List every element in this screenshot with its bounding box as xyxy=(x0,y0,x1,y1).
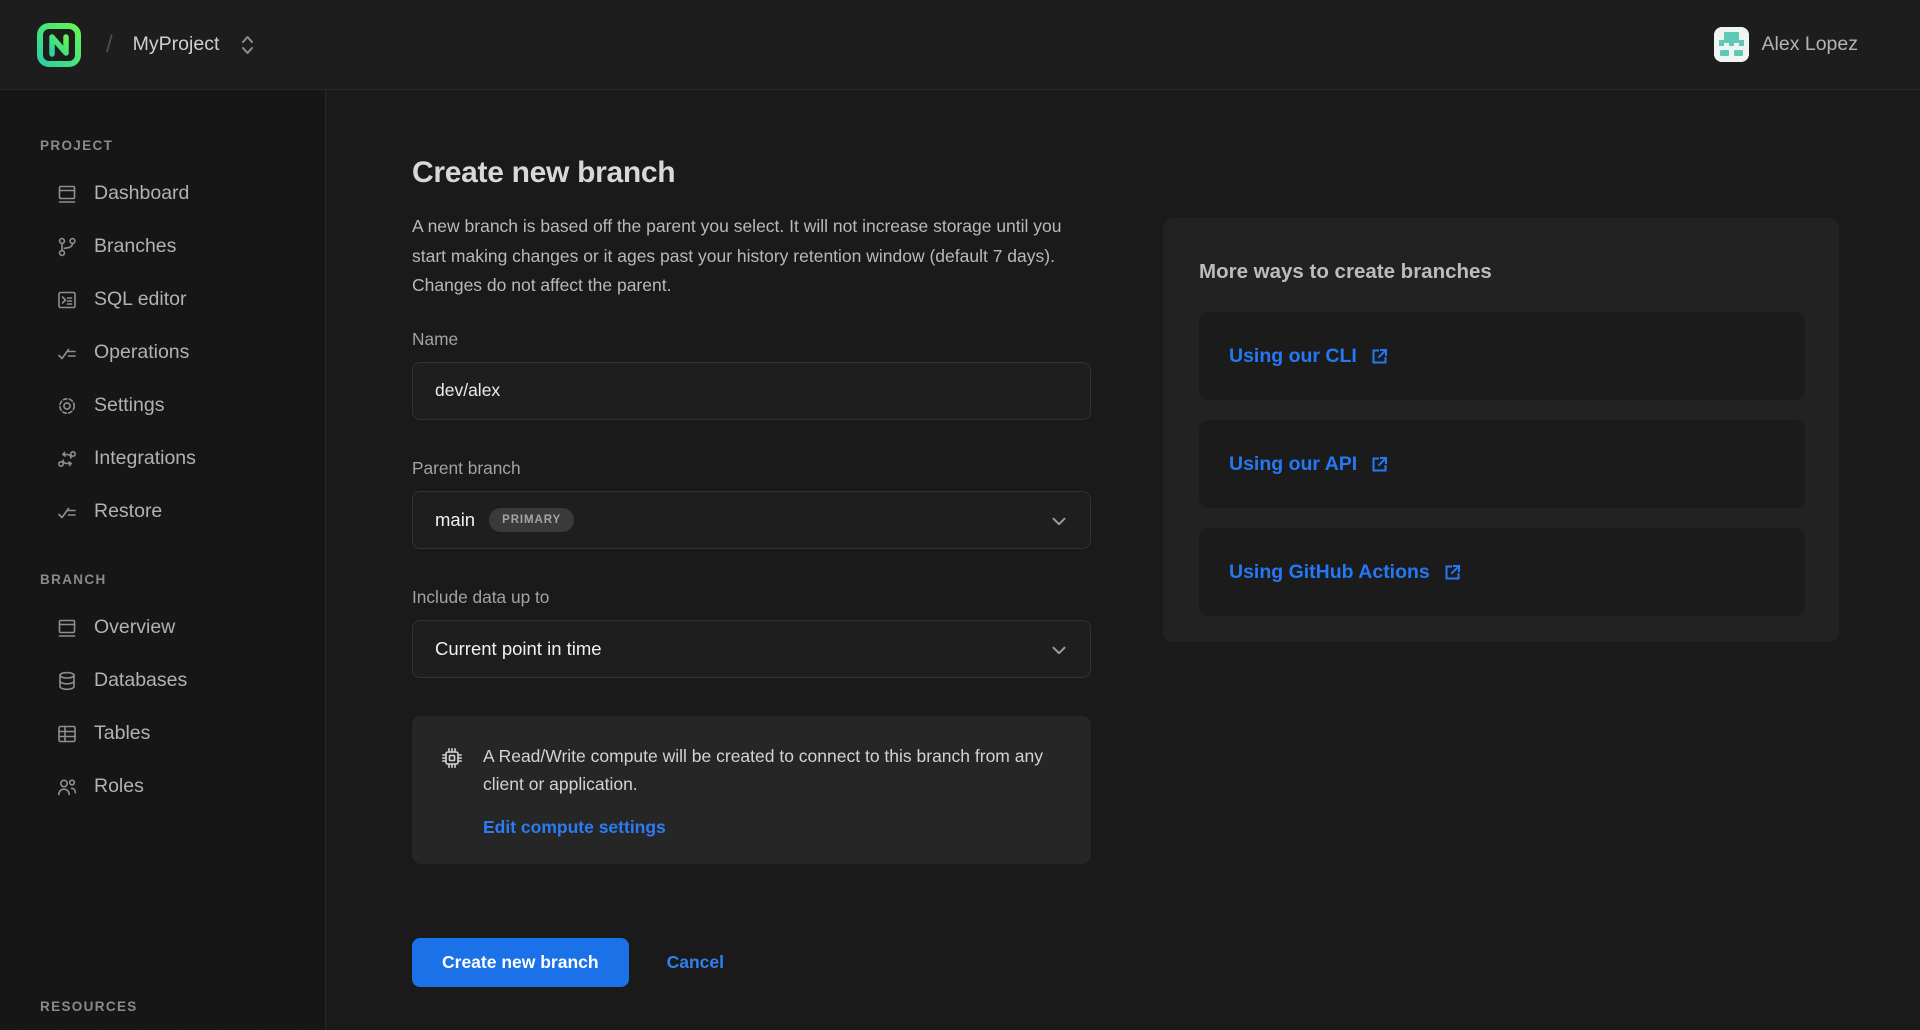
breadcrumb-project-name[interactable]: MyProject xyxy=(133,33,220,56)
parent-branch-label: Parent branch xyxy=(412,458,1091,479)
checklist-icon xyxy=(55,341,79,365)
parent-branch-select[interactable]: main PRIMARY xyxy=(412,491,1091,549)
sidebar-item-roles[interactable]: Roles xyxy=(0,760,325,813)
sidebar-section-branch: BRANCH xyxy=(0,572,325,587)
compute-note-text: A Read/Write compute will be created to … xyxy=(483,742,1048,799)
page-description: A new branch is based off the parent you… xyxy=(412,212,1064,301)
user-menu[interactable]: Alex Lopez xyxy=(1714,27,1858,62)
sidebar-item-sql-editor[interactable]: SQL editor xyxy=(0,273,325,326)
external-link-icon xyxy=(1369,454,1390,475)
sidebar-item-label: Overview xyxy=(94,616,175,639)
topbar: / MyProject Alex Lopez xyxy=(0,0,1920,90)
sidebar-item-label: Databases xyxy=(94,669,187,692)
sidebar-item-databases[interactable]: Databases xyxy=(0,654,325,707)
cpu-icon xyxy=(438,744,466,772)
name-field-group: Name xyxy=(412,329,1091,420)
restore-checklist-icon xyxy=(55,500,79,524)
branch-name-input[interactable] xyxy=(412,362,1091,420)
sidebar-item-integrations[interactable]: Integrations xyxy=(0,432,325,485)
form-actions: Create new branch Cancel xyxy=(412,938,1091,987)
git-branch-icon xyxy=(55,235,79,259)
breadcrumb-separator: / xyxy=(106,31,113,59)
using-cli-label: Using our CLI xyxy=(1229,345,1357,368)
include-data-select[interactable]: Current point in time xyxy=(412,620,1091,678)
gear-icon xyxy=(55,394,79,418)
using-github-actions-label: Using GitHub Actions xyxy=(1229,561,1430,584)
page-title: Create new branch xyxy=(412,156,1091,190)
sidebar-item-label: SQL editor xyxy=(94,288,187,311)
more-ways-panel: More ways to create branches Using our C… xyxy=(1163,218,1839,642)
sidebar-item-label: Branches xyxy=(94,235,176,258)
cancel-link[interactable]: Cancel xyxy=(667,952,724,973)
sidebar-item-label: Tables xyxy=(94,722,150,745)
parent-branch-value: main xyxy=(435,509,475,531)
include-data-value: Current point in time xyxy=(435,638,602,660)
create-branch-button[interactable]: Create new branch xyxy=(412,938,629,987)
api-card[interactable]: Using our API xyxy=(1199,420,1805,508)
using-api-link[interactable]: Using our API xyxy=(1229,453,1390,476)
cli-card[interactable]: Using our CLI xyxy=(1199,312,1805,400)
include-data-label: Include data up to xyxy=(412,587,1091,608)
user-name: Alex Lopez xyxy=(1762,33,1858,56)
avatar xyxy=(1714,27,1749,62)
database-icon xyxy=(55,669,79,693)
name-label: Name xyxy=(412,329,1091,350)
sidebar-section-resources: RESOURCES xyxy=(0,999,138,1014)
sidebar-item-operations[interactable]: Operations xyxy=(0,326,325,379)
table-icon xyxy=(55,722,79,746)
compute-info-box: A Read/Write compute will be created to … xyxy=(412,716,1091,864)
project-selector-icon[interactable] xyxy=(239,34,256,56)
neon-logo-icon[interactable] xyxy=(36,22,82,68)
using-api-label: Using our API xyxy=(1229,453,1357,476)
external-link-icon xyxy=(1442,562,1463,583)
chevron-down-icon xyxy=(1048,510,1070,537)
dashboard-icon xyxy=(55,182,79,206)
sidebar-item-dashboard[interactable]: Dashboard xyxy=(0,167,325,220)
sidebar-section-project: PROJECT xyxy=(0,138,325,153)
sidebar-item-overview[interactable]: Overview xyxy=(0,601,325,654)
more-ways-title: More ways to create branches xyxy=(1199,260,1805,284)
integrations-icon xyxy=(55,447,79,471)
create-branch-form: Create new branch A new branch is based … xyxy=(412,156,1091,987)
sidebar-item-label: Settings xyxy=(94,394,164,417)
main-content: Create new branch A new branch is based … xyxy=(326,90,1920,1030)
sidebar-item-restore[interactable]: Restore xyxy=(0,485,325,538)
sidebar-item-label: Roles xyxy=(94,775,144,798)
include-data-field-group: Include data up to Current point in time xyxy=(412,587,1091,678)
sidebar-item-settings[interactable]: Settings xyxy=(0,379,325,432)
sidebar: PROJECT Dashboard Branches SQL editor xyxy=(0,90,326,1030)
overview-icon xyxy=(55,616,79,640)
parent-branch-field-group: Parent branch main PRIMARY xyxy=(412,458,1091,549)
sidebar-item-label: Integrations xyxy=(94,447,196,470)
sidebar-item-tables[interactable]: Tables xyxy=(0,707,325,760)
primary-badge: PRIMARY xyxy=(489,508,574,532)
external-link-icon xyxy=(1369,346,1390,367)
edit-compute-settings-link[interactable]: Edit compute settings xyxy=(483,817,666,838)
sidebar-item-branches[interactable]: Branches xyxy=(0,220,325,273)
users-icon xyxy=(55,775,79,799)
sidebar-item-label: Operations xyxy=(94,341,189,364)
using-github-actions-link[interactable]: Using GitHub Actions xyxy=(1229,561,1463,584)
using-cli-link[interactable]: Using our CLI xyxy=(1229,345,1390,368)
terminal-icon xyxy=(55,288,79,312)
chevron-down-icon xyxy=(1048,639,1070,666)
github-actions-card[interactable]: Using GitHub Actions xyxy=(1199,528,1805,616)
sidebar-item-label: Dashboard xyxy=(94,182,189,205)
sidebar-item-label: Restore xyxy=(94,500,162,523)
